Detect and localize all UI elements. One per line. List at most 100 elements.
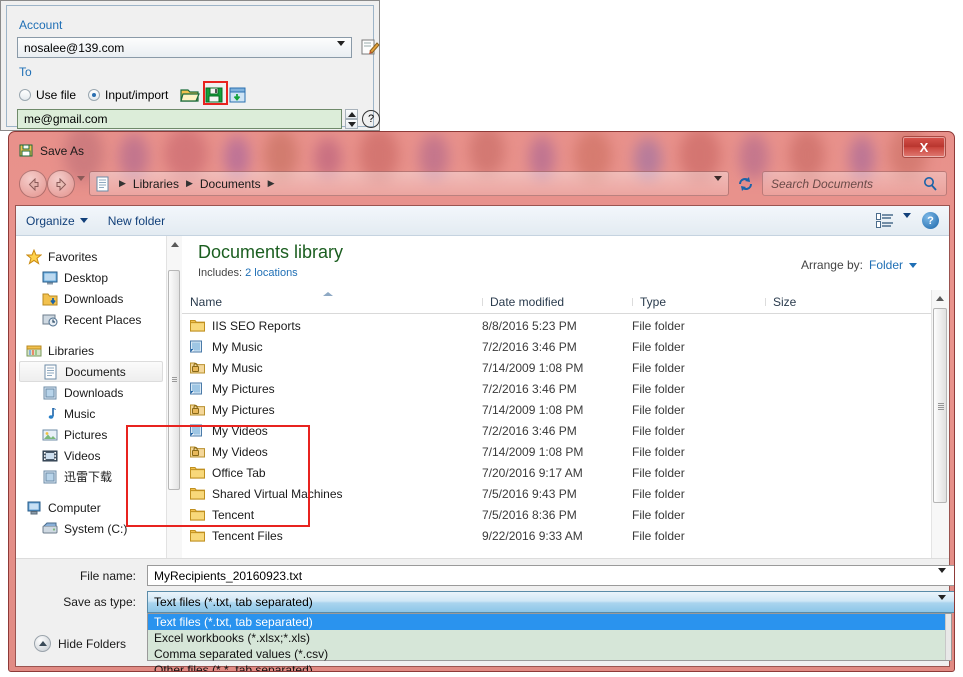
breadcrumb-dropdown-icon[interactable] xyxy=(714,176,722,195)
file-list-scrollbar-thumb[interactable] xyxy=(933,308,947,503)
file-name-cell: My Pictures xyxy=(182,403,482,417)
sidebar-item-downloads-library[interactable]: Downloads xyxy=(16,382,166,403)
sidebar-item-libraries[interactable]: Libraries xyxy=(16,340,166,361)
radio-use-file[interactable] xyxy=(19,89,31,101)
sidebar-label: Documents xyxy=(65,364,126,379)
sidebar-label: Music xyxy=(64,406,96,421)
table-row[interactable]: My Music 7/2/2016 3:46 PM File folder xyxy=(182,336,932,357)
sidebar-item-documents[interactable]: Documents xyxy=(19,361,163,382)
breadcrumb[interactable]: ▶ Libraries ▶ Documents ▶ xyxy=(89,171,729,196)
dropdown-option[interactable]: Text files (*.txt, tab separated) xyxy=(148,614,951,630)
table-row[interactable]: Office Tab 7/20/2016 9:17 AM File folder xyxy=(182,462,932,483)
file-name-text: IIS SEO Reports xyxy=(212,318,301,333)
save-as-type-dropdown-list[interactable]: Text files (*.txt, tab separated) Excel w… xyxy=(147,613,952,671)
search-input[interactable]: Search Documents xyxy=(762,171,947,196)
sidebar-item-thunder-download[interactable]: 迅雷下载 xyxy=(16,466,166,487)
stepper-up[interactable] xyxy=(345,109,358,119)
type-cell: File folder xyxy=(632,402,685,417)
change-view-icon[interactable] xyxy=(876,213,893,228)
breadcrumb-item-libraries[interactable]: Libraries xyxy=(133,177,179,191)
save-as-type-select[interactable]: Text files (*.txt, tab separated) xyxy=(147,591,954,614)
locked-folder-icon xyxy=(190,445,205,458)
recipient-stepper[interactable] xyxy=(345,109,358,129)
sidebar-item-videos[interactable]: Videos xyxy=(16,445,166,466)
table-row[interactable]: My Pictures 7/2/2016 3:46 PM File folder xyxy=(182,378,932,399)
sidebar-item-computer[interactable]: Computer xyxy=(16,497,166,518)
new-folder-button[interactable]: New folder xyxy=(98,214,175,228)
dropdown-option[interactable]: Other files (*.*, tab separated) xyxy=(148,662,951,671)
table-row[interactable]: Shared Virtual Machines 7/5/2016 9:43 PM F… xyxy=(182,483,932,504)
scroll-up-icon[interactable] xyxy=(167,236,182,252)
locked-folder-icon xyxy=(190,361,205,374)
open-folder-icon[interactable] xyxy=(180,86,201,104)
scroll-up-icon[interactable] xyxy=(932,290,947,306)
import-icon[interactable] xyxy=(228,86,248,104)
file-name-text: Tencent xyxy=(212,507,255,522)
help-icon[interactable]: ? xyxy=(922,212,939,229)
chevron-down-icon[interactable] xyxy=(909,262,917,268)
sidebar-item-favorites[interactable]: Favorites xyxy=(16,246,166,267)
sidebar-scrollbar-thumb[interactable] xyxy=(168,270,180,490)
dropdown-option[interactable]: Comma separated values (*.csv) xyxy=(148,646,951,662)
type-cell: File folder xyxy=(632,528,685,543)
table-row[interactable]: IIS SEO Reports 8/8/2016 5:23 PM File fold… xyxy=(182,315,932,336)
table-row[interactable]: My Music 7/14/2009 1:08 PM File folder xyxy=(182,357,932,378)
file-name-cell: IIS SEO Reports xyxy=(182,319,482,333)
sidebar-label: Favorites xyxy=(48,249,98,264)
dropdown-option[interactable]: Excel workbooks (*.xlsx;*.xls) xyxy=(148,630,951,646)
sidebar-group-favorites: Favorites Desktop Downloads Recent Place… xyxy=(16,246,166,330)
sidebar-label: Recent Places xyxy=(64,312,142,327)
sidebar-label: Computer xyxy=(48,500,101,515)
column-header-date-modified[interactable]: Date modified xyxy=(482,295,632,309)
edit-account-icon[interactable] xyxy=(360,37,380,57)
organize-button[interactable]: Organize xyxy=(16,214,98,228)
dropdown-scrollbar[interactable] xyxy=(945,614,951,660)
account-label: Account xyxy=(19,18,63,32)
sidebar-item-desktop[interactable]: Desktop xyxy=(16,267,166,288)
includes-locations-link[interactable]: 2 locations xyxy=(245,267,298,279)
sidebar-group-computer: Computer System (C:) xyxy=(16,497,166,539)
save-as-type-value: Text files (*.txt, tab separated) xyxy=(154,595,313,609)
recipient-input[interactable]: me@gmail.com xyxy=(17,109,342,129)
hide-folders-button[interactable]: Hide Folders xyxy=(34,635,126,652)
help-icon[interactable]: ? xyxy=(362,110,380,128)
chevron-down-icon[interactable] xyxy=(938,595,946,614)
sidebar-label: Desktop xyxy=(64,270,109,285)
file-name-input[interactable]: MyRecipients_20160923.txt xyxy=(147,565,954,587)
sidebar-item-music[interactable]: Music xyxy=(16,403,166,424)
refresh-button[interactable] xyxy=(733,171,757,196)
table-row[interactable]: Tencent 7/5/2016 8:36 PM File folder xyxy=(182,504,932,525)
folder-icon xyxy=(190,508,205,521)
forward-button[interactable] xyxy=(47,170,75,198)
radio-input-import[interactable] xyxy=(88,89,101,101)
account-select[interactable]: nosalee@139.com xyxy=(17,37,352,60)
back-button[interactable] xyxy=(19,170,47,198)
table-row[interactable]: My Videos 7/2/2016 3:46 PM File folder xyxy=(182,420,932,441)
type-cell: File folder xyxy=(632,486,685,501)
arrange-by-value[interactable]: Folder xyxy=(869,258,903,272)
stepper-down[interactable] xyxy=(345,119,358,129)
column-header-type[interactable]: Type xyxy=(632,295,765,309)
new-folder-label: New folder xyxy=(107,213,166,228)
recent-locations-chevron-icon[interactable] xyxy=(77,176,85,195)
sidebar-item-system-c[interactable]: System (C:) xyxy=(16,518,166,539)
sidebar-item-recent-places[interactable]: Recent Places xyxy=(16,309,166,330)
background-app-panel: Account nosalee@139.com To Use file Inpu… xyxy=(0,0,380,131)
date-modified-cell: 7/2/2016 3:46 PM xyxy=(482,339,577,354)
table-row[interactable]: My Pictures 7/14/2009 1:08 PM File folder xyxy=(182,399,932,420)
sidebar-item-pictures[interactable]: Pictures xyxy=(16,424,166,445)
table-row[interactable]: Tencent Files 9/22/2016 9:33 AM File folde… xyxy=(182,525,932,546)
close-button[interactable]: X xyxy=(902,136,946,158)
sidebar-item-downloads[interactable]: Downloads xyxy=(16,288,166,309)
column-header-name[interactable]: Name xyxy=(182,295,482,309)
breadcrumb-item-documents[interactable]: Documents xyxy=(200,177,261,191)
shortcut-pictures-icon xyxy=(190,382,205,395)
date-modified-cell: 7/14/2009 1:08 PM xyxy=(482,402,584,417)
chevron-down-icon[interactable] xyxy=(938,568,946,587)
sidebar-group-libraries: Libraries Documents Downloads Music Pict… xyxy=(16,340,166,487)
file-name-cell: Tencent Files xyxy=(182,529,482,543)
type-cell: File folder xyxy=(632,423,685,438)
table-row[interactable]: My Videos 7/14/2009 1:08 PM File folder xyxy=(182,441,932,462)
view-dropdown-icon[interactable] xyxy=(903,213,911,232)
column-header-size[interactable]: Size xyxy=(765,295,863,309)
